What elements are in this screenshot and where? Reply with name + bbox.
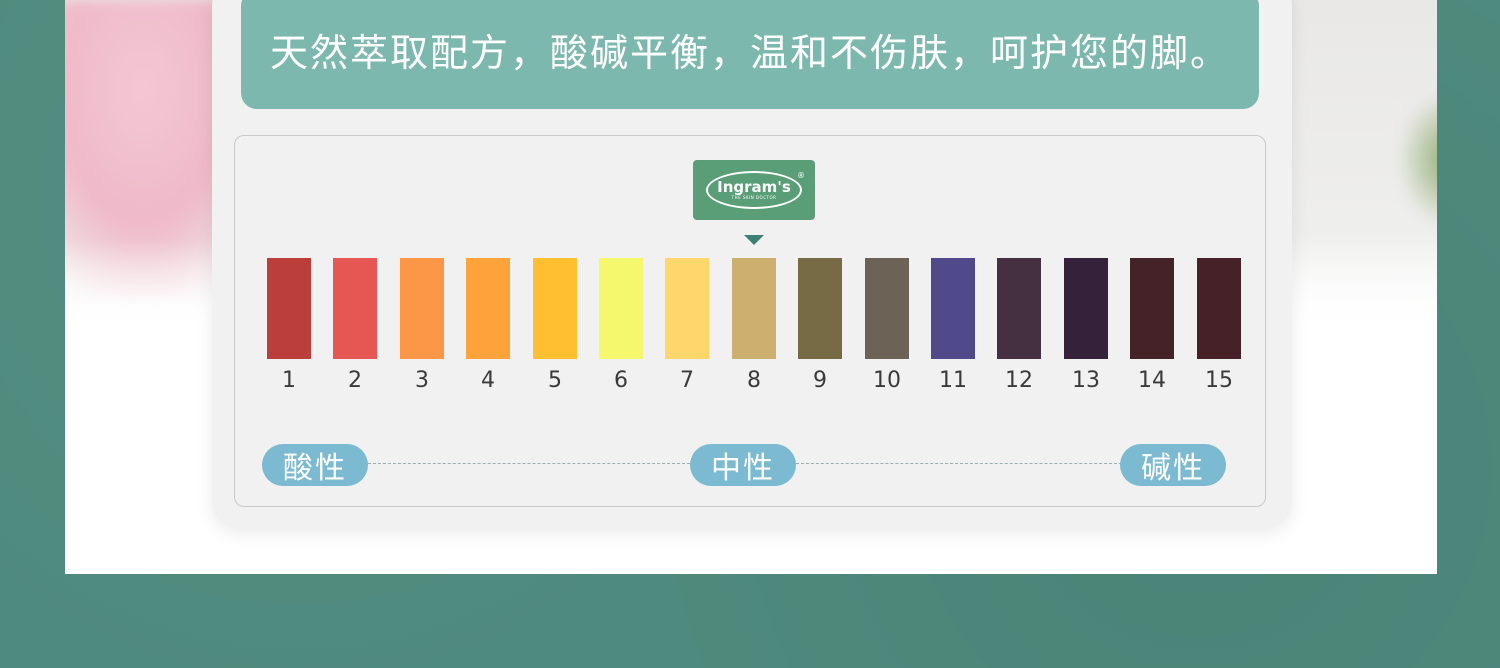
ph-swatch-4 bbox=[466, 258, 510, 359]
ph-swatch-9 bbox=[798, 258, 842, 359]
ph-swatch-7 bbox=[665, 258, 709, 359]
ph-value-label: 12 bbox=[1005, 368, 1033, 393]
ph-value-label: 6 bbox=[614, 368, 628, 393]
registered-mark: ® bbox=[797, 171, 805, 180]
ph-swatch-13 bbox=[1064, 258, 1108, 359]
feature-banner: 天然萃取配方，酸碱平衡，温和不伤肤，呵护您的脚。 bbox=[241, 0, 1259, 109]
ph-swatch-8 bbox=[732, 258, 776, 359]
ph-value-label: 14 bbox=[1138, 368, 1166, 393]
acid-neutral-connector bbox=[368, 463, 690, 464]
brand-logo-oval: Ingram's THE SKIN DOCTOR ® bbox=[706, 171, 805, 209]
ph-value-label: 7 bbox=[680, 368, 694, 393]
ph-swatch-14 bbox=[1130, 258, 1174, 359]
ph-value-label: 13 bbox=[1072, 368, 1100, 393]
banner-text: 天然萃取配方，酸碱平衡，温和不伤肤，呵护您的脚。 bbox=[269, 31, 1230, 75]
ph-swatch-5 bbox=[533, 258, 577, 359]
ph-swatch-6 bbox=[599, 258, 643, 359]
ph-value-label: 1 bbox=[282, 368, 296, 393]
ph-swatch-10 bbox=[865, 258, 909, 359]
ph-value-label: 15 bbox=[1205, 368, 1233, 393]
ph-value-label: 10 bbox=[873, 368, 901, 393]
ph-value-label: 4 bbox=[481, 368, 495, 393]
ph-value-label: 5 bbox=[548, 368, 562, 393]
neutral-alkaline-connector bbox=[796, 463, 1122, 464]
brand-logo-badge: Ingram's THE SKIN DOCTOR ® bbox=[693, 160, 815, 220]
ph-swatch-15 bbox=[1197, 258, 1241, 359]
ph-value-label: 8 bbox=[747, 368, 761, 393]
brand-name: Ingram's bbox=[717, 177, 791, 196]
neutral-label: 中性 bbox=[690, 444, 796, 486]
ph-value-label: 9 bbox=[813, 368, 827, 393]
ph-value-label: 2 bbox=[348, 368, 362, 393]
acid-label: 酸性 bbox=[262, 444, 368, 486]
plant-decoration bbox=[1397, 90, 1437, 230]
ph-swatch-12 bbox=[997, 258, 1041, 359]
ph-swatch-1 bbox=[267, 258, 311, 359]
ph-pointer-icon bbox=[744, 235, 764, 245]
ph-swatch-11 bbox=[931, 258, 975, 359]
alkaline-label: 碱性 bbox=[1120, 444, 1226, 486]
ph-value-label: 11 bbox=[939, 368, 967, 393]
ph-value-label: 3 bbox=[415, 368, 429, 393]
ph-swatch-2 bbox=[333, 258, 377, 359]
brand-tagline: THE SKIN DOCTOR bbox=[731, 194, 777, 200]
ph-swatch-3 bbox=[400, 258, 444, 359]
